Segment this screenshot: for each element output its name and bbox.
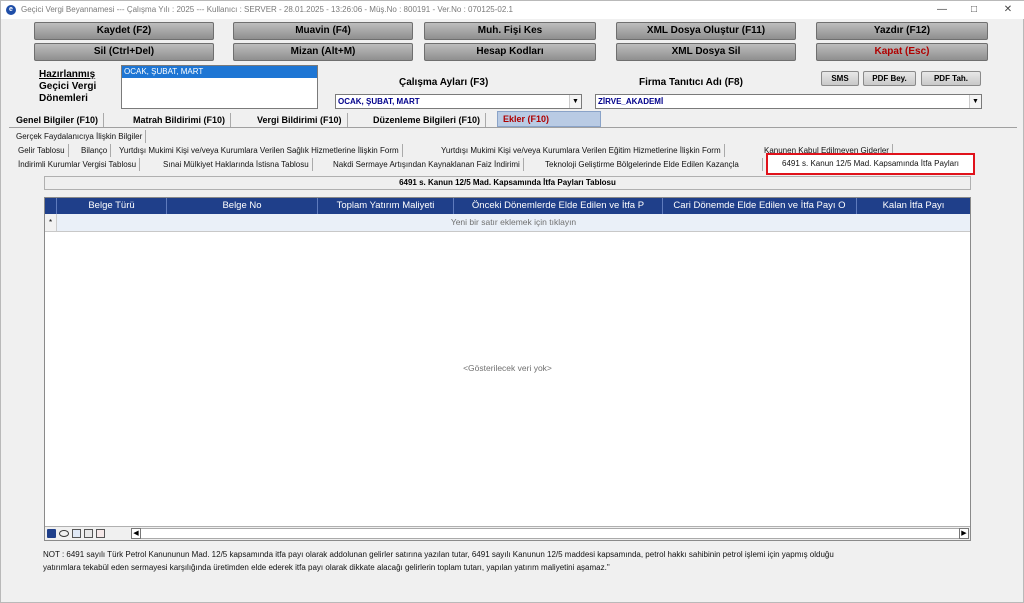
scroll-right-icon[interactable]: ▶ (959, 528, 969, 539)
column-header-cari-donem[interactable]: Cari Dönemde Elde Edilen ve İtfa Payı O (663, 198, 857, 214)
maximize-icon[interactable]: □ (959, 1, 989, 19)
muh-fisi-button[interactable]: Muh. Fişi Kes (424, 22, 596, 40)
app-window: e Geçici Vergi Beyannamesi --- Çalışma Y… (0, 0, 1024, 603)
horizontal-scrollbar[interactable] (141, 528, 959, 539)
muavin-button[interactable]: Muavin (F4) (233, 22, 413, 40)
new-row[interactable]: * Yeni bir satır eklemek için tıklayın (45, 214, 970, 232)
subtab-sinai-mulkiyet[interactable]: Sınai Mülkiyet Haklarında İstisna Tablos… (160, 158, 313, 171)
app-icon: e (6, 5, 16, 15)
note-line2: yatırımlara tekabül eden sermayesi karşı… (43, 563, 610, 572)
calisma-select[interactable]: OCAK, ŞUBAT, MART ▼ (335, 94, 582, 109)
tab-matrah-bildirimi[interactable]: Matrah Bildirimi (F10) (128, 113, 232, 127)
sil-button[interactable]: Sil (Ctrl+Del) (34, 43, 214, 61)
kapat-button[interactable]: Kapat (Esc) (816, 43, 988, 61)
note-line1: NOT : 6491 sayılı Türk Petrol Kanununun … (43, 550, 834, 559)
firma-select[interactable]: ZİRVE_AKADEMİ ▼ (595, 94, 982, 109)
sms-button[interactable]: SMS (821, 71, 859, 86)
column-header-toplam-yatirim[interactable]: Toplam Yatırım Maliyeti (318, 198, 454, 214)
yazdir-button[interactable]: Yazdır (F12) (816, 22, 988, 40)
row-indicator-header (45, 198, 57, 214)
column-header-belge-turu[interactable]: Belge Türü (57, 198, 167, 214)
subtab-gelir-tablosu[interactable]: Gelir Tablosu (15, 144, 69, 157)
tab-vergi-bildirimi[interactable]: Vergi Bildirimi (F10) (252, 113, 348, 127)
grid-footer: ◀ ▶ (45, 526, 970, 540)
periods-label-line2: Geçici Vergi (39, 81, 97, 92)
title-bar: e Geçici Vergi Beyannamesi --- Çalışma Y… (1, 1, 1024, 19)
subtab-yurtdisi-saglik[interactable]: Yurtdışı Mukimi Kişi ve/veya Kurumlara V… (116, 144, 403, 157)
save-icon[interactable] (47, 529, 56, 538)
pdf-tah-button[interactable]: PDF Tah. (921, 71, 981, 86)
column-header-kalan-itfa[interactable]: Kalan İtfa Payı (857, 198, 970, 214)
subtab-6491-itfa-paylari[interactable]: 6491 s. Kanun 12/5 Mad. Kapsamında İtfa … (766, 153, 975, 175)
itfa-paylari-grid[interactable]: Belge Türü Belge No Toplam Yatırım Maliy… (44, 197, 971, 541)
minimize-icon[interactable]: — (927, 1, 957, 19)
tab-duzenleme-bilgileri[interactable]: Düzenleme Bilgileri (F10) (368, 113, 487, 127)
table-title: 6491 s. Kanun 12/5 Mad. Kapsamında İtfa … (44, 176, 971, 190)
calisma-label: Çalışma Ayları (F3) (399, 77, 489, 88)
periods-label-line1: Hazırlanmış (39, 69, 96, 80)
new-row-hint[interactable]: Yeni bir satır eklemek için tıklayın (57, 214, 970, 231)
column-header-belge-no[interactable]: Belge No (167, 198, 318, 214)
xml-sil-button[interactable]: XML Dosya Sil (616, 43, 796, 61)
close-icon[interactable]: ✕ (993, 1, 1023, 19)
pdf-bey-button[interactable]: PDF Bey. (863, 71, 916, 86)
chevron-down-icon[interactable]: ▼ (569, 95, 581, 108)
export-icon[interactable] (96, 529, 105, 538)
column-header-onceki-donem[interactable]: Önceki Dönemlerde Elde Edilen ve İtfa P (454, 198, 663, 214)
tab-divider (9, 127, 1017, 128)
row-marker: * (45, 214, 57, 231)
print-icon[interactable] (84, 529, 93, 538)
excel-icon[interactable] (72, 529, 81, 538)
chevron-down-icon[interactable]: ▼ (969, 95, 981, 108)
view-icon[interactable] (59, 530, 69, 537)
firma-label: Firma Tanıtıcı Adı (F8) (639, 77, 743, 88)
empty-message: <Gösterilecek veri yok> (463, 363, 552, 373)
tab-ekler[interactable]: Ekler (F10) (497, 111, 601, 127)
periods-list[interactable]: OCAK, ŞUBAT, MART (121, 65, 318, 109)
scroll-left-icon[interactable]: ◀ (131, 528, 141, 539)
calisma-value: OCAK, ŞUBAT, MART (338, 97, 420, 106)
mizan-button[interactable]: Mizan (Alt+M) (233, 43, 413, 61)
window-title: Geçici Vergi Beyannamesi --- Çalışma Yıl… (21, 5, 513, 14)
subtab-yurtdisi-egitim[interactable]: Yurtdışı Mukimi Kişi ve/veya Kurumlara V… (438, 144, 725, 157)
subtab-nakdi-sermaye[interactable]: Nakdi Sermaye Artışından Kaynaklanan Fai… (330, 158, 524, 171)
periods-label-line3: Dönemleri (39, 93, 88, 104)
firma-value: ZİRVE_AKADEMİ (598, 97, 664, 106)
hesap-kodlari-button[interactable]: Hesap Kodları (424, 43, 596, 61)
periods-list-item[interactable]: OCAK, ŞUBAT, MART (122, 66, 317, 78)
subtab-teknoloji-gelistirme[interactable]: Teknoloji Geliştirme Bölgelerinde Elde E… (542, 158, 763, 171)
tab-genel-bilgiler[interactable]: Genel Bilgiler (F10) (11, 113, 105, 127)
xml-olustur-button[interactable]: XML Dosya Oluştur (F11) (616, 22, 796, 40)
subtab-bilanco[interactable]: Bilanço (78, 144, 112, 157)
subtab-gercek-faydalanici[interactable]: Gerçek Faydalanıcıya İlişkin Bilgiler (13, 130, 147, 143)
subtab-indirimli-kv[interactable]: İndirimli Kurumlar Vergisi Tablosu (15, 158, 141, 171)
kaydet-button[interactable]: Kaydet (F2) (34, 22, 214, 40)
